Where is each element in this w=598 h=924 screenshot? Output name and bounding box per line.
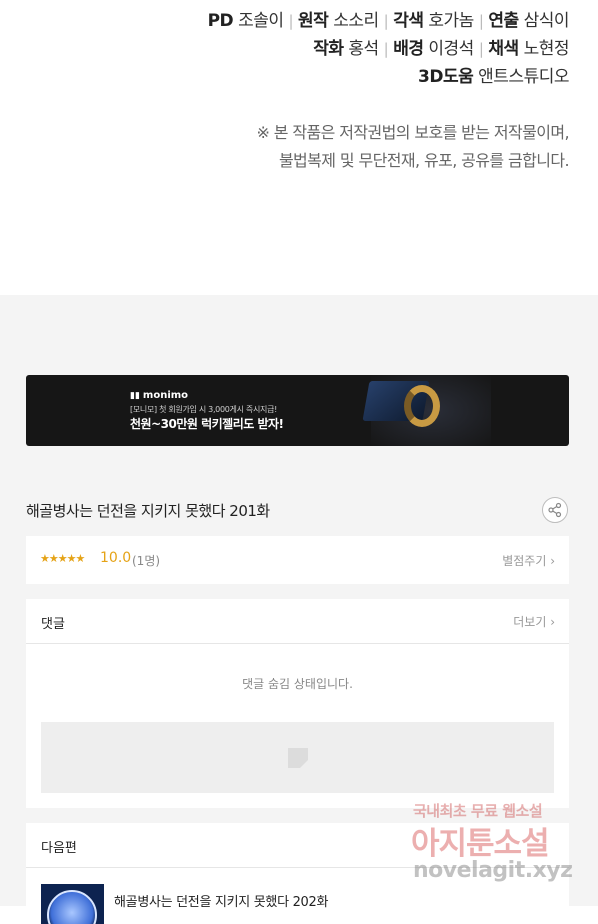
banner-headline: 천원~30만원 럭키젤리도 받자! (130, 417, 284, 431)
credit-separator: | (288, 12, 294, 30)
credit-separator: | (478, 12, 484, 30)
credit-name: 조솔이 (238, 11, 284, 31)
comment-title: 댓글 (41, 617, 65, 632)
next-episode-heading: 다음편 (41, 841, 77, 856)
monimo-logo-icon: ▮▮ (130, 391, 140, 401)
credit-name: 소소리 (333, 11, 379, 31)
comment-more-link[interactable]: 더보기 › (513, 613, 555, 630)
credit-separator: | (383, 12, 389, 30)
credits-section: PD 조솔이 | 원작 소소리 | 각색 호가놈 | 연출 삼식이 작화 홍석 | 배경 이경석… (0, 0, 598, 295)
copyright-notice-line-1: ※ 본 작품은 저작권법의 보호를 받는 저작물이며, (256, 123, 570, 142)
episode-title: 해골병사는 던전을 지키지 못했다 201화 (26, 502, 270, 520)
site-watermark: 국내최초 무료 웹소설 아지툰소설 novelagit.xyz (411, 800, 586, 895)
thumbnail-orb (47, 890, 97, 924)
ad-placeholder (41, 722, 554, 793)
next-episode-thumbnail[interactable] (41, 884, 104, 924)
watermark-line-2: 아지툰소설 (411, 826, 550, 862)
copyright-notice-line-2: 불법복제 및 무단전재, 유포, 공유를 금합니다. (278, 151, 570, 170)
watermark-line-3: novelagit.xyz (413, 858, 573, 883)
credit-name: 노현정 (523, 39, 570, 59)
comment-hidden-message: 댓글 숨김 상태입니다. (242, 677, 353, 691)
image-placeholder-icon (288, 748, 308, 768)
credit-name: 이경석 (428, 39, 474, 59)
credit-name: 앤트스튜디오 (478, 67, 569, 87)
credit-role: 원작 (298, 11, 329, 31)
credit-role: 배경 (393, 39, 424, 59)
banner-logo-text: monimo (142, 390, 189, 401)
credit-role: 채색 (488, 39, 519, 59)
credit-role: 3D도움 (418, 67, 474, 87)
ad-banner[interactable]: ▮▮ monimo [모니모] 첫 회원가입 시 3,000게시 즉시지급! 천원… (26, 375, 569, 446)
comment-section: 댓글 더보기 › 댓글 숨김 상태입니다. (26, 599, 569, 808)
credit-role: PD (207, 11, 234, 31)
credit-role: 작화 (313, 39, 344, 59)
rating-box: ★★★★★ 10.0 (1명) 별점주기 › (26, 536, 569, 584)
credit-role: 연출 (488, 11, 519, 31)
credit-name: 호가놈 (428, 11, 474, 31)
credit-name: 삼식이 (523, 11, 570, 31)
credit-separator: | (478, 40, 484, 58)
rating-count: (1명) (132, 554, 161, 568)
share-icon (548, 502, 562, 518)
share-button[interactable] (542, 497, 568, 523)
credit-role: 각색 (393, 11, 424, 31)
credits-line-1: PD 조솔이 | 원작 소소리 | 각색 호가놈 | 연출 삼식이 (207, 6, 570, 31)
banner-ring-image (404, 385, 440, 427)
rating-stars: ★★★★★ (40, 552, 85, 565)
credit-name: 홍석 (348, 39, 379, 59)
rating-score: 10.0 (100, 550, 132, 566)
banner-logo: ▮▮ monimo (130, 390, 188, 401)
banner-subtitle: [모니모] 첫 회원가입 시 3,000게시 즉시지급! (130, 405, 278, 414)
rate-button[interactable]: 별점주기 › (502, 552, 555, 569)
comment-header: 댓글 더보기 › (26, 599, 569, 644)
credit-separator: | (383, 40, 389, 58)
next-episode-link[interactable]: 해골병사는 던전을 지키지 못했다 202화 (114, 891, 328, 910)
credits-line-2: 작화 홍석 | 배경 이경석 | 채색 노현정 (313, 34, 569, 59)
credits-line-3: 3D도움 앤트스튜디오 (418, 62, 569, 87)
